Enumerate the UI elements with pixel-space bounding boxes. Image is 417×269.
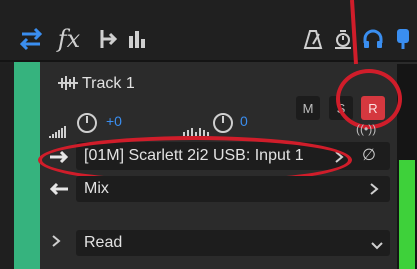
metronome-icon[interactable]	[296, 22, 330, 56]
waveform-icon	[56, 73, 80, 93]
automation-label: Read	[84, 234, 123, 251]
output-label: Mix	[84, 180, 109, 197]
routing-icon[interactable]	[14, 22, 48, 56]
output-arrow-icon	[48, 178, 70, 200]
annotation-arrow	[342, 0, 364, 72]
mute-button[interactable]: M	[296, 96, 320, 120]
track-name[interactable]: Track 1	[82, 75, 135, 93]
automation-mode-select[interactable]	[76, 230, 390, 256]
volume-value[interactable]: +0	[106, 113, 122, 129]
eq-icon[interactable]	[120, 22, 154, 56]
input-monitor-icon[interactable]: ((•))	[356, 122, 384, 136]
output-chevron-right-icon	[368, 182, 380, 196]
output-selector[interactable]	[76, 176, 390, 202]
track-color-strip	[14, 62, 40, 269]
chevron-down-icon	[370, 238, 384, 250]
expand-chevron-icon[interactable]	[50, 234, 62, 248]
volume-knob[interactable]	[76, 112, 98, 134]
pan-value[interactable]: 0	[240, 113, 248, 129]
phase-icon[interactable]: ∅	[362, 145, 382, 165]
annotation-circle-record	[336, 69, 402, 129]
level-meter-fill	[399, 160, 415, 269]
mic-icon[interactable]	[386, 22, 417, 56]
volume-icon	[48, 124, 70, 140]
pan-knob[interactable]	[212, 112, 234, 134]
sends-icon[interactable]	[90, 22, 124, 56]
effects-icon[interactable]: fx	[52, 22, 86, 56]
effects-label: fx	[57, 25, 81, 53]
